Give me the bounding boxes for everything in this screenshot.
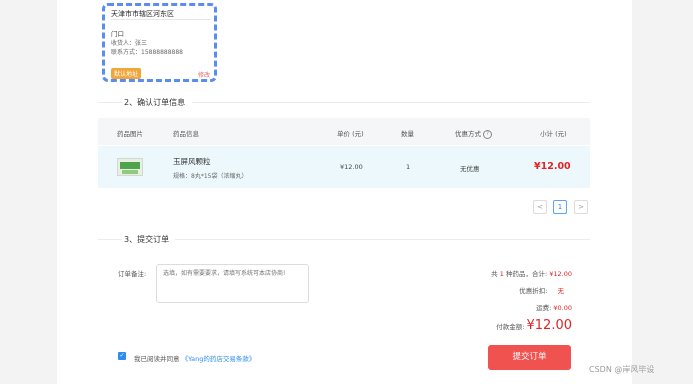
product-subtotal: ¥12.00 (534, 161, 571, 172)
address-divider (111, 19, 211, 20)
section-divider-left (98, 102, 122, 103)
watermark-text: CSDN @岸风毕设 (589, 365, 655, 374)
agreement-label: 我已阅读并同意 (134, 355, 180, 363)
product-price: ¥12.00 (340, 163, 363, 171)
product-spec: 规格：8丸*15袋（浓缩丸） (173, 173, 248, 180)
count-prefix: 共 (491, 270, 498, 278)
header-qty: 数量 (401, 130, 414, 138)
submit-order-button[interactable]: 提交订单 (488, 345, 571, 370)
agreement-checkbox[interactable]: ✓ (118, 352, 126, 360)
remark-label: 订单备注: (118, 270, 147, 278)
table-header: 药品图片 药品信息 单价 (元) 数量 优惠方式 ? 小计 (元) (98, 118, 590, 145)
total-value: ¥12.00 (549, 270, 572, 278)
default-address-badge: 默认地址 (111, 68, 142, 79)
section-title-submit: 3、提交订单 (124, 235, 170, 244)
address-card[interactable]: 天津市市辖区河东区 门口 收货人：张三 联系方式：15888888888 默认地… (102, 3, 217, 82)
header-image: 药品图片 (117, 130, 143, 138)
agreement-text: 我已阅读并同意 《Yang的药店交易条款》 (134, 353, 255, 363)
table-row: 玉屏风颗粒 规格：8丸*15袋（浓缩丸） ¥12.00 1 无优惠 ¥12.00 (98, 146, 590, 188)
product-qty: 1 (406, 163, 411, 171)
shipping-label: 运费: (536, 304, 552, 312)
section3-divider-left (98, 239, 122, 240)
header-subtotal: 小计 (元) (540, 130, 567, 138)
section3-divider-right (175, 239, 590, 240)
pay-label: 付款金额: (496, 323, 525, 331)
summary-pay: 付款金额: ¥12.00 (496, 318, 572, 333)
section-divider-right (192, 102, 590, 103)
agreement-link[interactable]: 《Yang的药店交易条款》 (182, 355, 256, 363)
address-receiver: 收货人：张三 (111, 40, 148, 47)
pay-value: ¥12.00 (526, 318, 573, 333)
remark-textarea[interactable] (156, 264, 309, 303)
discount-value: 无 (557, 287, 565, 295)
header-info: 药品信息 (173, 130, 199, 138)
discount-label: 优惠折扣: (519, 287, 548, 295)
product-name[interactable]: 玉屏风颗粒 (173, 156, 211, 167)
next-page-button[interactable]: > (574, 200, 588, 214)
address-detail: 门口 (111, 30, 124, 38)
page-1-button[interactable]: 1 (553, 200, 567, 214)
edit-address-link[interactable]: 修改 (198, 70, 210, 79)
order-panel: 天津市市辖区河东区 门口 收货人：张三 联系方式：15888888888 默认地… (57, 0, 632, 384)
shipping-value: ¥0.00 (553, 304, 572, 312)
summary-shipping: 运费: ¥0.00 (536, 302, 572, 312)
product-image[interactable] (117, 158, 143, 176)
header-price: 单价 (元) (337, 130, 364, 138)
section-title-confirm: 2、确认订单信息 (124, 98, 186, 107)
product-discount: 无优惠 (460, 165, 480, 173)
header-discount: 优惠方式 ? (455, 128, 493, 139)
header-discount-label: 优惠方式 (455, 130, 481, 138)
prev-page-button[interactable]: < (533, 200, 547, 214)
address-phone: 联系方式：15888888888 (111, 49, 183, 56)
summary-count: 共 1 种药品，合计: ¥12.00 (491, 268, 572, 278)
address-region: 天津市市辖区河东区 (111, 10, 174, 18)
help-icon[interactable]: ? (483, 129, 493, 139)
count-value: 1 (499, 270, 504, 278)
summary-discount: 优惠折扣: 无 (519, 285, 564, 295)
count-suffix: 种药品，合计: (505, 270, 548, 278)
